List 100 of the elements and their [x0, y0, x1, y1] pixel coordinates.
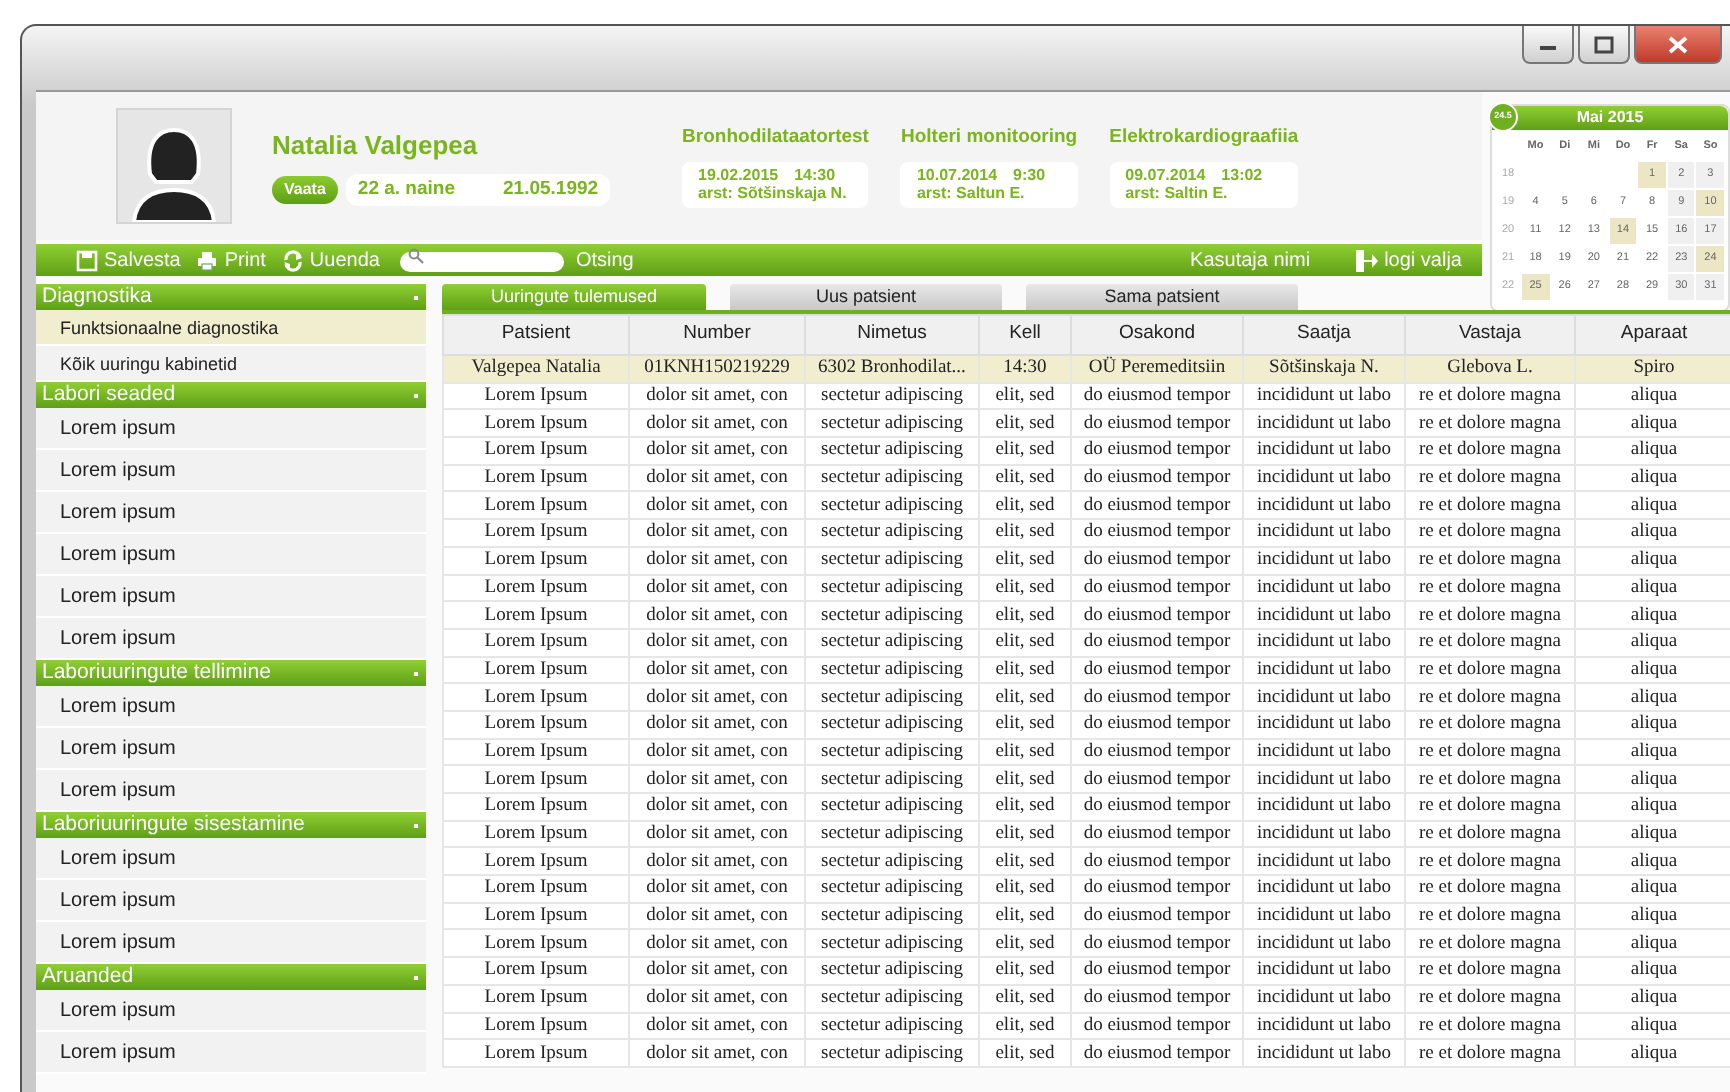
column-header[interactable]: Number [629, 315, 805, 355]
refresh-icon [281, 249, 304, 271]
table-cell: Lorem Ipsum [443, 929, 629, 958]
table-cell: incididunt ut labo [1243, 601, 1405, 629]
table-cell: do eiusmod tempor [1071, 765, 1243, 793]
close-button[interactable] [1634, 26, 1722, 64]
column-header[interactable]: Nimetus [805, 315, 979, 355]
search-field[interactable] [399, 251, 564, 271]
table-cell: re et dolore magna [1405, 820, 1575, 848]
table-cell: do eiusmod tempor [1071, 738, 1243, 766]
table-cell: do eiusmod tempor [1071, 464, 1243, 492]
table-cell: aliqua [1575, 464, 1730, 492]
table-cell: do eiusmod tempor [1071, 957, 1243, 985]
table-cell: Lorem Ipsum [443, 1039, 629, 1067]
table-cell: sectetur adipiscing [805, 409, 979, 438]
column-header[interactable]: Patsient [443, 315, 629, 355]
column-header[interactable]: Osakond [1071, 315, 1243, 355]
table-cell: elit, sed [979, 847, 1071, 876]
table-cell: aliqua [1575, 683, 1730, 711]
table-cell: incididunt ut labo [1243, 765, 1405, 793]
sidebar-item[interactable]: Lorem ipsum [36, 618, 426, 660]
sidebar-item[interactable]: Lorem ipsum [36, 534, 426, 576]
table-cell: do eiusmod tempor [1071, 984, 1243, 1012]
sidebar-item[interactable]: Lorem ipsum [36, 838, 426, 880]
table-cell: do eiusmod tempor [1071, 1012, 1243, 1040]
table-cell: incididunt ut labo [1243, 847, 1405, 876]
table-cell: elit, sed [979, 656, 1071, 684]
study-date: 19.02.2015 [698, 165, 779, 185]
table-cell: Lorem Ipsum [443, 738, 629, 766]
table-cell: Lorem Ipsum [443, 546, 629, 574]
table-cell: dolor sit amet, con [629, 738, 805, 766]
table-cell: do eiusmod tempor [1071, 875, 1243, 903]
table-cell: elit, sed [979, 382, 1071, 410]
sidebar-item[interactable]: Lorem ipsum [36, 1032, 426, 1074]
table-cell: dolor sit amet, con [629, 793, 805, 821]
table-cell: re et dolore magna [1405, 656, 1575, 684]
table-cell: elit, sed [979, 710, 1071, 739]
table-cell: Lorem Ipsum [443, 710, 629, 739]
sidebar-item[interactable]: Lorem ipsum [36, 770, 426, 812]
table-cell: elit, sed [979, 519, 1071, 547]
sidebar-item[interactable]: Lorem ipsum [36, 922, 426, 964]
sidebar-item[interactable]: Kõik uuringu kabinetid [36, 346, 426, 382]
table-cell: sectetur adipiscing [805, 793, 979, 821]
table-cell: do eiusmod tempor [1071, 656, 1243, 684]
table-cell: incididunt ut labo [1243, 710, 1405, 739]
table-cell: incididunt ut labo [1243, 382, 1405, 410]
table-cell: re et dolore magna [1405, 409, 1575, 438]
table-cell: Lorem Ipsum [443, 628, 629, 657]
column-header[interactable]: Saatja [1243, 315, 1405, 355]
sidebar-item[interactable]: Lorem ipsum [36, 728, 426, 770]
table-cell: incididunt ut labo [1243, 491, 1405, 520]
table-cell: OÜ Peremeditsiin [1071, 355, 1243, 383]
table-cell: sectetur adipiscing [805, 437, 979, 465]
sidebar-item[interactable]: Lorem ipsum [36, 576, 426, 618]
table-cell: elit, sed [979, 437, 1071, 465]
sidebar-item[interactable]: Lorem ipsum [36, 880, 426, 922]
table-cell: elit, sed [979, 793, 1071, 821]
table-cell: Lorem Ipsum [443, 519, 629, 547]
sidebar-item[interactable]: Funktsionaalne diagnostika [36, 310, 426, 346]
table-cell: aliqua [1575, 491, 1730, 520]
study-date: 10.07.2014 [916, 165, 998, 185]
column-header[interactable]: Vastaja [1405, 315, 1575, 355]
sidebar-item[interactable]: Lorem ipsum [36, 450, 426, 492]
table-cell: incididunt ut labo [1243, 929, 1405, 958]
table-cell: elit, sed [979, 491, 1071, 520]
sidebar-item[interactable]: Lorem ipsum [36, 492, 426, 534]
study-time: 13:02 [1221, 165, 1263, 185]
table-cell: 01KNH150219229 [629, 355, 805, 383]
table-cell: do eiusmod tempor [1071, 683, 1243, 711]
tab[interactable]: Sama patsient [1026, 284, 1298, 310]
sidebar-item[interactable]: Lorem ipsum [36, 686, 426, 728]
table-cell: dolor sit amet, con [629, 683, 805, 711]
table-cell: incididunt ut labo [1243, 656, 1405, 684]
column-header[interactable]: Kell [979, 315, 1071, 355]
table-cell: dolor sit amet, con [629, 710, 805, 739]
sidebar-item[interactable]: Lorem ipsum [36, 408, 426, 450]
table-cell: aliqua [1575, 409, 1730, 438]
table-cell: Lorem Ipsum [443, 820, 629, 848]
table-cell: sectetur adipiscing [805, 710, 979, 739]
table-cell: dolor sit amet, con [629, 574, 805, 602]
table-cell: re et dolore magna [1405, 875, 1575, 903]
minimize-button[interactable] [1522, 26, 1574, 64]
table-cell: re et dolore magna [1405, 1039, 1575, 1067]
table-cell: Lorem Ipsum [443, 683, 629, 711]
tab[interactable]: Uus patsient [730, 284, 1002, 310]
column-header[interactable]: Aparaat [1575, 315, 1730, 355]
table-cell: do eiusmod tempor [1071, 409, 1243, 438]
table-cell: Lorem Ipsum [443, 382, 629, 410]
table-cell: sectetur adipiscing [805, 738, 979, 766]
maximize-button[interactable] [1578, 26, 1630, 64]
table-cell: Lorem Ipsum [443, 957, 629, 985]
table-cell: aliqua [1575, 574, 1730, 602]
table-cell: re et dolore magna [1405, 628, 1575, 657]
sidebar-item[interactable]: Lorem ipsum [36, 990, 426, 1032]
table-cell: Lorem Ipsum [443, 437, 629, 465]
table-cell: incididunt ut labo [1243, 546, 1405, 574]
age-sex-text: 22 a. naine [357, 175, 455, 204]
table-cell: aliqua [1575, 546, 1730, 574]
avatar-icon [116, 108, 232, 224]
table-cell: sectetur adipiscing [805, 1012, 979, 1040]
